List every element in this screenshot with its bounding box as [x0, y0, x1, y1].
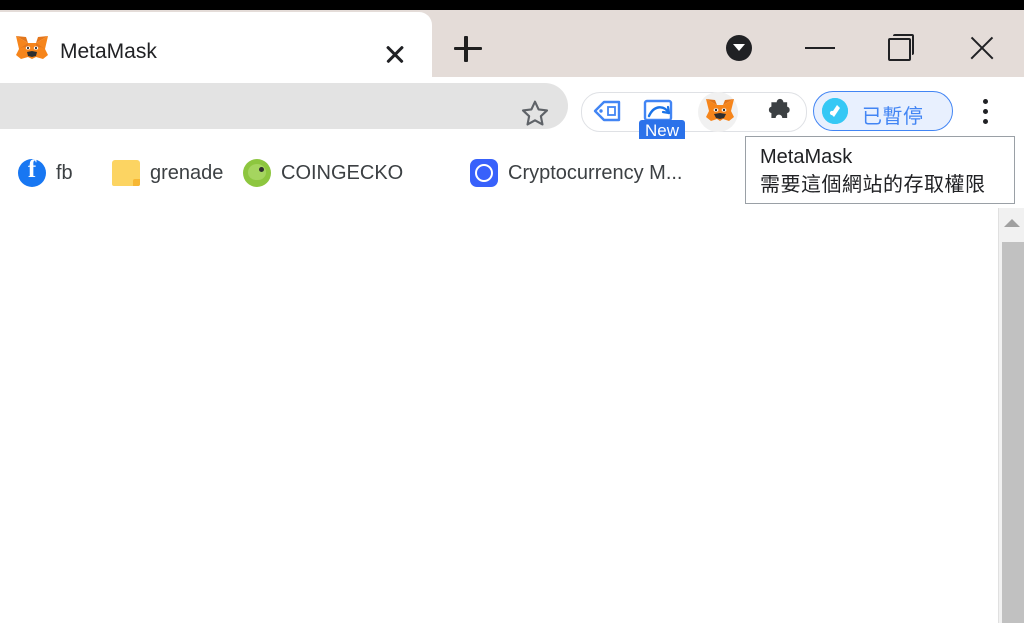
tab-search-dropdown-icon[interactable] [721, 33, 763, 63]
window-close-button[interactable] [963, 33, 1005, 63]
bookmark-label: COINGECKO [281, 161, 404, 184]
tab-strip: MetaMask [0, 10, 1024, 77]
new-tab-button[interactable] [452, 33, 484, 65]
bookmark-label: Cryptocurrency M... [508, 161, 683, 184]
bookmark-label: fb [56, 161, 73, 184]
bookmark-star-icon[interactable] [519, 97, 551, 129]
window-frame-top [0, 0, 1024, 10]
address-bar[interactable] [0, 83, 568, 129]
metamask-permission-tooltip: MetaMask 需要這個網站的存取權限 [745, 136, 1015, 204]
window-minimize-button[interactable] [800, 33, 842, 63]
tooltip-description: 需要這個網站的存取權限 [760, 174, 986, 196]
metamask-extension-icon[interactable] [703, 95, 737, 127]
bookmark-item-coingecko[interactable]: COINGECKO [243, 153, 403, 193]
browser-tab[interactable]: MetaMask [0, 12, 432, 77]
chrome-menu-icon[interactable] [978, 98, 996, 126]
extensions-puzzle-icon[interactable] [762, 95, 796, 127]
bookmark-label: grenade [150, 161, 224, 184]
metamask-fox-icon [16, 36, 48, 59]
scroll-up-arrow-icon[interactable] [999, 208, 1024, 236]
bookmark-item-coinmarketcap[interactable]: Cryptocurrency M... [470, 153, 682, 193]
paused-button-label: 已暫停 [862, 106, 924, 128]
shield-paused-icon [822, 98, 848, 124]
bookmark-item-grenade[interactable]: grenade [110, 153, 223, 193]
browser-window: MetaMask New 已暫停 f fb grenade COINGECKO … [0, 10, 1024, 623]
tooltip-title: MetaMask [760, 146, 853, 168]
facebook-icon [18, 156, 46, 187]
folder-icon [112, 160, 140, 186]
coingecko-icon [243, 159, 271, 187]
tab-title: MetaMask [60, 40, 157, 63]
bookmark-item-fb[interactable]: fb [18, 153, 73, 193]
tab-close-icon[interactable] [381, 40, 411, 70]
vertical-scrollbar[interactable] [998, 208, 1024, 623]
coinmarketcap-icon [470, 159, 498, 187]
page-content-area [0, 208, 1024, 623]
window-maximize-button[interactable] [881, 33, 923, 63]
scrollbar-thumb[interactable] [1002, 242, 1024, 623]
tag-extension-icon[interactable] [590, 95, 624, 127]
